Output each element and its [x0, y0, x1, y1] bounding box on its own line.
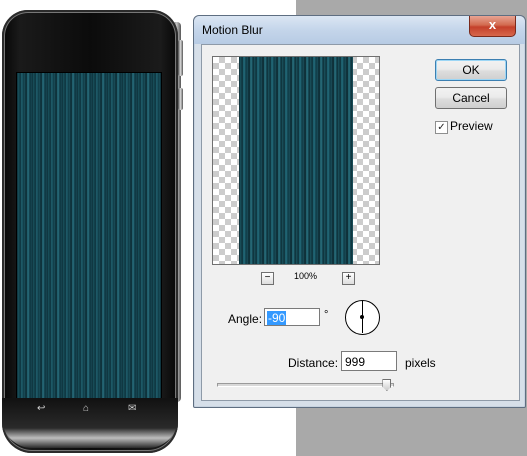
angle-unit: ° — [324, 309, 329, 321]
phone-power-button — [178, 88, 183, 110]
preview-checkbox[interactable]: ✓ — [435, 121, 448, 134]
ok-button[interactable]: OK — [435, 59, 507, 81]
cancel-button[interactable]: Cancel — [435, 87, 507, 109]
distance-input[interactable]: 999 — [341, 351, 397, 371]
menu-icon: ✉ — [128, 403, 137, 414]
close-icon: x — [488, 17, 497, 32]
dialog-title: Motion Blur — [202, 23, 263, 37]
angle-dial-center — [360, 315, 364, 319]
dialog-client-area: − 100% + OK Cancel ✓ Preview Angle: -90 … — [201, 44, 520, 401]
close-button[interactable]: x — [469, 16, 516, 37]
angle-value: -90 — [267, 311, 287, 325]
phone-bottom-bezel — [2, 398, 178, 448]
angle-input[interactable]: -90 — [264, 308, 320, 326]
distance-unit: pixels — [405, 356, 436, 370]
zoom-in-button[interactable]: + — [342, 272, 355, 285]
checkmark-icon: ✓ — [437, 122, 446, 133]
home-icon: ⌂ — [83, 403, 90, 414]
phone-screen — [16, 72, 162, 409]
dialog-title-bar[interactable]: Motion Blur x — [194, 16, 525, 44]
phone-volume-button — [178, 40, 183, 76]
distance-slider-thumb[interactable] — [382, 379, 392, 391]
zoom-level: 100% — [294, 271, 318, 281]
angle-label: Angle: — [228, 312, 263, 326]
preview-pane[interactable] — [212, 56, 380, 265]
back-icon: ↩ — [37, 403, 46, 414]
motion-blur-dialog: Motion Blur x − 100% + OK Cancel ✓ Previ… — [193, 15, 526, 408]
zoom-out-button[interactable]: − — [261, 272, 274, 285]
minus-icon: − — [264, 272, 271, 283]
plus-icon: + — [345, 272, 352, 283]
distance-slider-track[interactable] — [217, 383, 394, 387]
distance-label: Distance: — [288, 356, 339, 370]
preview-image — [239, 57, 353, 264]
preview-checkbox-label[interactable]: Preview — [450, 119, 493, 133]
